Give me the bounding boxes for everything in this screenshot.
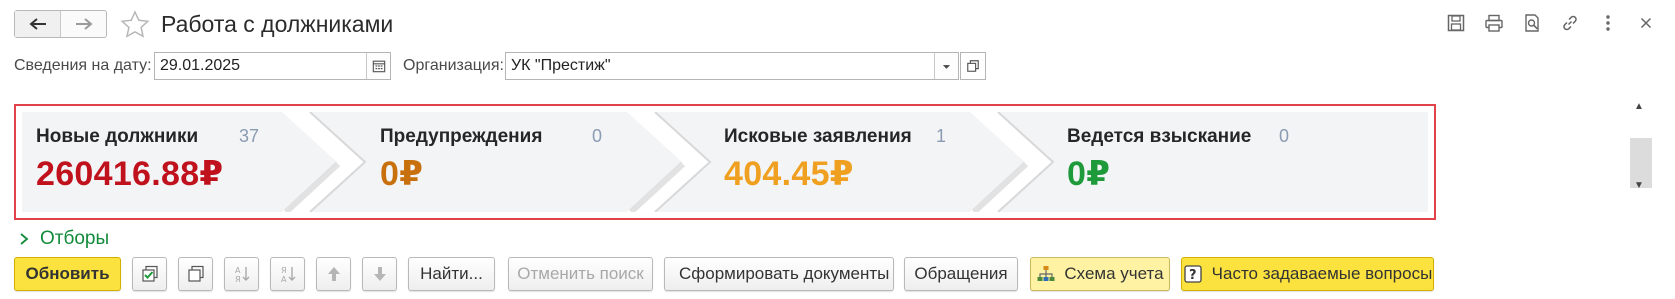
- close-icon: [1640, 17, 1652, 29]
- window-actions: [1429, 12, 1657, 34]
- stage-count: 37: [239, 126, 260, 146]
- date-field[interactable]: 29.01.2025: [154, 52, 391, 80]
- hierarchy-scheme-icon: [1037, 266, 1055, 281]
- arrow-right-icon: [75, 18, 93, 30]
- svg-text:А: А: [281, 275, 287, 284]
- calendar-button[interactable]: [366, 53, 390, 79]
- organization-label: Организация:: [403, 57, 504, 74]
- organization-dropdown-button[interactable]: [934, 53, 958, 79]
- preview-button[interactable]: [1521, 12, 1543, 34]
- cancel-search-button[interactable]: Отменить поиск: [508, 257, 653, 291]
- stage-title: Исковые заявления: [724, 126, 912, 147]
- calendar-icon: [372, 60, 385, 73]
- requests-button[interactable]: Обращения: [904, 257, 1018, 291]
- stage-amount: 0₽: [1067, 155, 1111, 193]
- page-title: Работа с должниками: [161, 11, 394, 37]
- stage-new-debtors[interactable]: Новые должники 37 260416.88₽: [36, 126, 276, 194]
- more-menu-button[interactable]: [1597, 12, 1619, 34]
- generate-documents-button[interactable]: Сформировать документы: [664, 257, 894, 291]
- organization-open-button[interactable]: [960, 52, 986, 80]
- svg-text:Я: Я: [235, 275, 241, 284]
- arrow-up-icon: [327, 267, 340, 281]
- chevron-down-icon: [942, 64, 951, 69]
- chevron-right-icon: [20, 233, 29, 245]
- checkboxes-unchecked-icon: [187, 265, 204, 282]
- stage-amount: 404.45₽: [724, 155, 854, 193]
- accounting-scheme-button[interactable]: Схема учета: [1030, 257, 1170, 291]
- printer-icon: [1485, 14, 1503, 32]
- organization-field[interactable]: УК "Престиж": [505, 52, 959, 80]
- sort-ascending-icon: А Я: [235, 266, 249, 284]
- link-button[interactable]: [1559, 12, 1581, 34]
- accounting-scheme-label: Схема учета: [1064, 264, 1164, 283]
- open-in-window-icon: [967, 60, 979, 72]
- close-button[interactable]: [1635, 12, 1657, 34]
- filters-toggle[interactable]: Отборы: [18, 228, 109, 250]
- arrow-down-icon: [373, 267, 386, 281]
- stage-collection[interactable]: Ведется взыскание 0 0₽: [1067, 126, 1307, 194]
- refresh-button[interactable]: Обновить: [14, 257, 121, 291]
- forward-button[interactable]: [60, 11, 106, 37]
- date-label: Сведения на дату:: [14, 57, 152, 74]
- chevron-separator-icon: [282, 112, 367, 212]
- stage-count: 1: [936, 126, 947, 146]
- organization-value[interactable]: УК "Престиж": [506, 57, 934, 75]
- print-button[interactable]: [1483, 12, 1505, 34]
- check-all-button[interactable]: [132, 257, 167, 291]
- print-preview-icon: [1525, 14, 1539, 32]
- stage-count: 0: [592, 126, 603, 146]
- move-up-button[interactable]: [316, 257, 351, 291]
- pipeline-strip: Новые должники 37 260416.88₽ Предупрежде…: [22, 112, 1428, 212]
- svg-text:Я: Я: [281, 266, 287, 275]
- svg-text:А: А: [235, 266, 241, 275]
- filters-label[interactable]: Отборы: [40, 228, 109, 250]
- stage-amount: 260416.88₽: [36, 155, 224, 193]
- favorite-star-icon[interactable]: [120, 10, 150, 40]
- stage-warnings[interactable]: Предупреждения 0 0₽: [380, 126, 620, 194]
- move-down-button[interactable]: [362, 257, 397, 291]
- save-icon: [1447, 14, 1465, 32]
- svg-text:?: ?: [1189, 268, 1197, 283]
- date-value[interactable]: 29.01.2025: [155, 57, 366, 75]
- debt-pipeline-dashboard: Новые должники 37 260416.88₽ Предупрежде…: [14, 104, 1436, 220]
- find-button[interactable]: Найти...: [408, 257, 495, 291]
- sort-descending-button[interactable]: Я А: [270, 257, 305, 291]
- help-question-icon: ?: [1184, 265, 1202, 283]
- uncheck-all-button[interactable]: [178, 257, 213, 291]
- link-icon: [1563, 15, 1577, 31]
- scroll-down-arrow-icon[interactable]: ▼: [1634, 180, 1644, 191]
- stage-title: Предупреждения: [380, 126, 543, 147]
- chevron-separator-icon: [970, 112, 1055, 212]
- sort-descending-icon: Я А: [281, 266, 295, 284]
- stage-amount: 0₽: [380, 155, 424, 193]
- generate-documents-label: Сформировать документы: [679, 264, 890, 283]
- faq-button[interactable]: ? Часто задаваемые вопросы: [1181, 257, 1434, 291]
- faq-label: Часто задаваемые вопросы: [1211, 264, 1433, 283]
- more-vertical-icon: [1606, 15, 1610, 31]
- back-button[interactable]: [15, 11, 60, 37]
- stage-lawsuits[interactable]: Исковые заявления 1 404.45₽: [724, 126, 964, 194]
- scroll-up-arrow-icon[interactable]: ▲: [1634, 101, 1644, 112]
- chevron-separator-icon: [627, 112, 712, 212]
- sort-ascending-button[interactable]: А Я: [224, 257, 259, 291]
- checkboxes-checked-icon: [141, 265, 158, 282]
- stage-title: Ведется взыскание: [1067, 126, 1252, 147]
- stage-count: 0: [1279, 126, 1290, 146]
- arrow-left-icon: [28, 18, 46, 30]
- save-button[interactable]: [1445, 12, 1467, 34]
- navigation-buttons: [14, 10, 107, 38]
- debtors-work-form: Работа с должниками Сведения на дату: 29…: [0, 0, 1675, 299]
